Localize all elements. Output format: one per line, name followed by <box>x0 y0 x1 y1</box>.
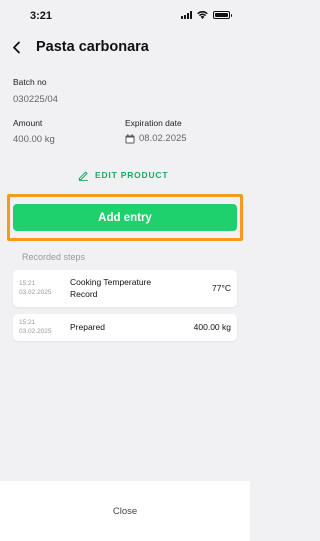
status-icons <box>181 11 232 19</box>
page-title: Pasta carbonara <box>36 39 149 55</box>
wifi-icon <box>197 11 208 19</box>
status-bar: 3:21 <box>0 0 250 30</box>
step-date: 03.02.2025 <box>19 328 52 335</box>
step-value: 400.00 kg <box>193 322 231 332</box>
header: Pasta carbonara <box>0 32 250 62</box>
step-name-line2: Record <box>70 289 98 299</box>
close-button[interactable]: Close <box>105 503 145 519</box>
bottom-bar: Close <box>0 481 250 541</box>
add-entry-highlight: Add entry <box>7 194 243 241</box>
chevron-left-icon <box>12 41 20 53</box>
step-time: 15:21 <box>19 280 36 287</box>
edit-product-button[interactable]: EDIT PRODUCT <box>78 168 168 182</box>
cellular-signal-icon <box>181 11 192 19</box>
step-value: 77°C <box>212 283 231 293</box>
step-name: Prepared <box>70 322 105 332</box>
pencil-icon <box>78 171 88 181</box>
add-entry-button[interactable]: Add entry <box>13 204 237 231</box>
battery-icon <box>213 11 232 19</box>
calendar-icon <box>125 133 135 143</box>
expiration-value: 08.02.2025 <box>139 133 187 144</box>
amount-value: 400.00 kg <box>13 134 55 145</box>
step-date: 03.02.2025 <box>19 289 52 296</box>
status-time: 3:21 <box>30 10 53 22</box>
batch-label: Batch no <box>13 77 47 87</box>
back-button[interactable] <box>8 38 24 56</box>
step-name: Cooking Temperature <box>70 277 152 287</box>
batch-value: 030225/04 <box>13 94 58 105</box>
expiration-label: Expiration date <box>125 118 182 128</box>
expiration-date: 08.02.2025 <box>125 133 187 144</box>
edit-product-label: EDIT PRODUCT <box>95 170 169 180</box>
step-time: 15:21 <box>19 319 36 326</box>
amount-label: Amount <box>13 118 43 128</box>
recorded-steps-title: Recorded steps <box>22 252 86 262</box>
step-card[interactable]: 15:21 03.02.2025 Prepared 400.00 kg <box>13 314 237 341</box>
step-card[interactable]: 15:21 03.02.2025 Cooking Temperature Rec… <box>13 270 237 307</box>
